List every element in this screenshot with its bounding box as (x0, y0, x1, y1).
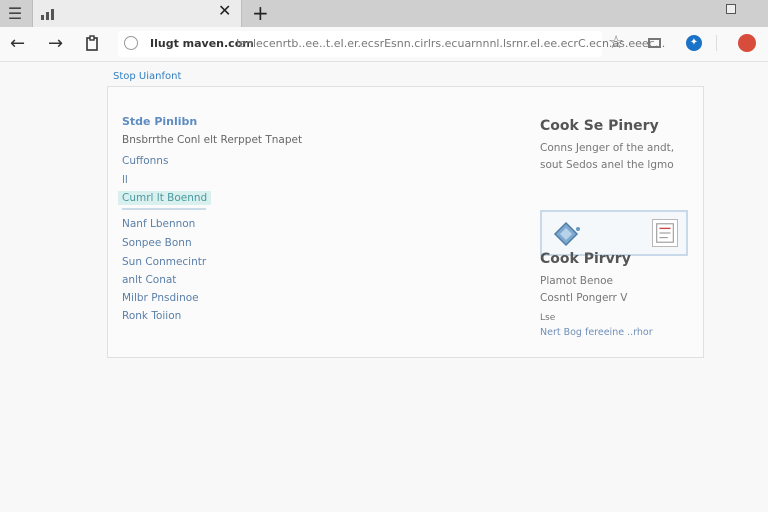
back-icon[interactable]: ← (10, 33, 25, 55)
clipboard-icon[interactable] (86, 35, 98, 51)
sidebar-description: Bnsbrrthe Conl elt Rerppet Tnapet (122, 134, 303, 146)
page-content: Stop Uianfont Stde Pinlibn Bnsbrrthe Con… (0, 62, 768, 512)
browser-toolbar: ← → Ilugt maven.com Ienlecenrtb..ee..t.e… (0, 27, 768, 62)
sidebar-title: Stde Pinlibn (122, 115, 198, 128)
sidebar-link[interactable]: Cuffonns (122, 155, 168, 167)
aside-text: Conns Jenger of the andt, (540, 142, 675, 154)
aside-heading: Cook Pirvry (540, 251, 631, 267)
close-tab-icon[interactable]: ✕ (218, 1, 231, 20)
sidebar-link[interactable]: Nanf Lbennon (122, 218, 195, 230)
tab-favicon-icon (41, 6, 55, 20)
url-path: Ienlecenrtb..ee..t.eI.er.ecsrEsnn.cirlrs… (236, 37, 666, 50)
selected-sub-label (122, 208, 206, 210)
sidebar-link[interactable]: anlt Conat (122, 274, 176, 286)
tab-actions-menu-icon[interactable]: ☰ (0, 0, 30, 27)
collections-icon[interactable] (648, 38, 661, 48)
new-tab-button[interactable]: + (252, 0, 269, 27)
sidebar-link[interactable]: ll (122, 174, 128, 186)
aside-line: Plamot Benoe (540, 275, 613, 287)
extension-icon[interactable]: ✦ (686, 35, 702, 51)
window-restore-icon[interactable] (726, 4, 736, 14)
sidebar-link-selected[interactable]: Cumrl lt Boennd (118, 191, 212, 205)
sidebar-link[interactable]: Ronk Toiion (122, 310, 181, 322)
sidebar-link[interactable]: Sun Conmecintr (122, 256, 206, 268)
diamond-icon (553, 221, 580, 247)
aside-line: Lse (540, 313, 556, 323)
tab-strip: ☰ ✕ + (0, 0, 768, 27)
site-info-icon[interactable] (124, 36, 138, 50)
aside-link[interactable]: Nert Bog fereeine ..rhor (540, 327, 653, 338)
document-icon (652, 219, 678, 247)
sidebar-link[interactable]: Milbr Pnsdinoe (122, 292, 199, 304)
aside-text: sout Sedos anel the lgmo (540, 159, 674, 171)
breadcrumb[interactable]: Stop Uianfont (113, 71, 181, 82)
active-tab[interactable]: ✕ (32, 0, 242, 27)
aside-heading: Cook Se Pinery (540, 118, 659, 134)
promo-banner[interactable] (540, 210, 688, 256)
forward-icon[interactable]: → (48, 33, 63, 55)
sidebar-link[interactable]: Sonpee Bonn (122, 237, 192, 249)
content-card: Stde Pinlibn Bnsbrrthe Conl elt Rerppet … (107, 86, 704, 358)
toolbar-divider (716, 35, 717, 51)
aside-line: Cosntl Pongerr V (540, 292, 628, 304)
address-bar[interactable]: Ilugt maven.com Ienlecenrtb..ee..t.eI.er… (118, 31, 665, 57)
profile-avatar[interactable] (738, 34, 756, 52)
favorite-star-icon[interactable]: ☆ (608, 32, 624, 53)
